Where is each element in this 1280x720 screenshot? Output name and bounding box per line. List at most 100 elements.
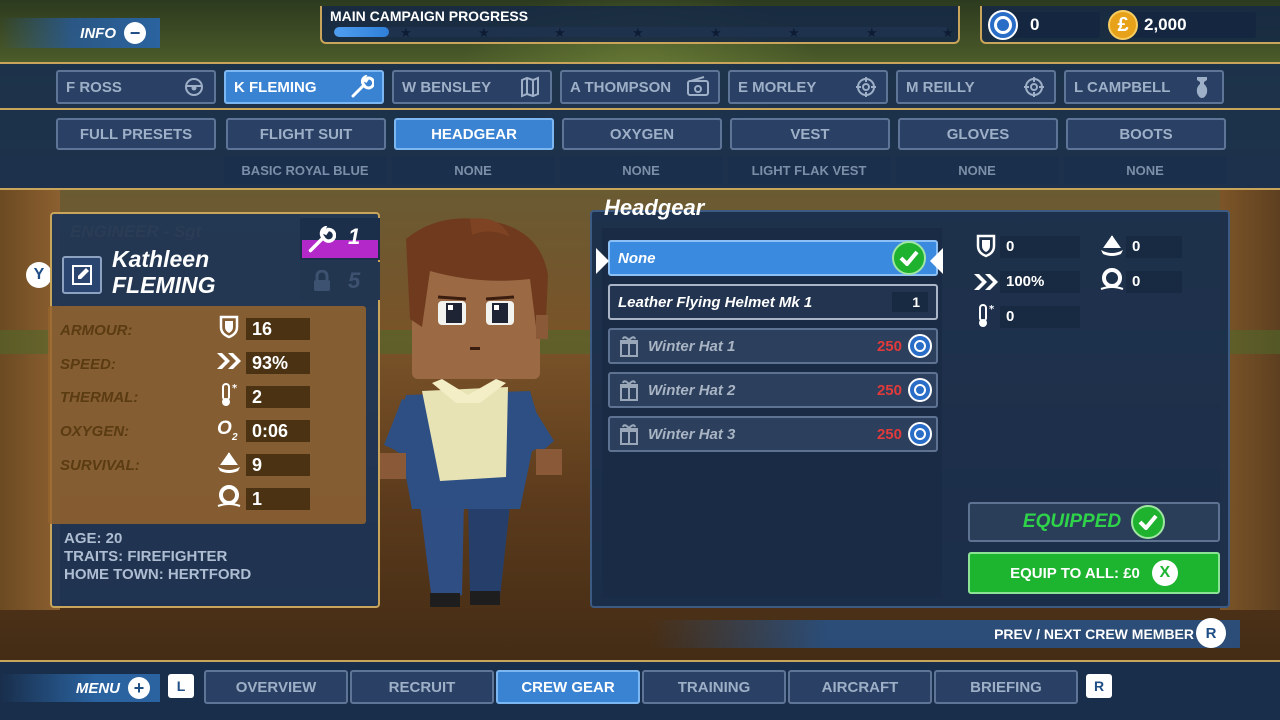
headgear-item-winter-hat-1[interactable]: Winter Hat 1 250 xyxy=(608,328,938,364)
x-button-icon: X xyxy=(1151,560,1178,586)
thermometer-icon: * xyxy=(214,382,244,408)
item-name: None xyxy=(618,249,656,267)
item-price: 250 xyxy=(876,425,902,443)
radio-icon xyxy=(686,76,710,98)
character-panel: ENGINEER - Sgt Kathleen FLEMING 1 5 ARMO… xyxy=(48,212,380,608)
tab-briefing[interactable]: BRIEFING xyxy=(934,670,1078,704)
tab-training[interactable]: TRAINING xyxy=(642,670,786,704)
tab-flight-suit[interactable]: FLIGHT SUIT xyxy=(226,118,386,150)
edit-name-button[interactable] xyxy=(62,256,102,294)
crew-tab-k-fleming[interactable]: K FLEMING xyxy=(224,70,384,104)
campaign-progress-panel: MAIN CAMPAIGN PROGRESS ★ ★ ★ ★ ★ ★ ★ ★ xyxy=(320,6,960,44)
tab-recruit[interactable]: RECRUIT xyxy=(350,670,494,704)
armour-value: 16 xyxy=(246,318,310,340)
right-shoulder-button[interactable]: R xyxy=(1086,674,1112,698)
item-name: Leather Flying Helmet Mk 1 xyxy=(618,293,813,311)
equip-to-all-button[interactable]: EQUIP TO ALL: £0 X xyxy=(968,552,1220,594)
equipped-status: EQUIPPED xyxy=(968,502,1220,542)
info-label: INFO xyxy=(80,24,116,42)
money-value: 2,000 xyxy=(1144,15,1187,34)
tab-full-presets[interactable]: FULL PRESETS xyxy=(56,118,216,150)
equip-to-all-label: EQUIP TO ALL: £0 xyxy=(1010,564,1140,582)
headgear-item-winter-hat-2[interactable]: Winter Hat 2 250 xyxy=(608,372,938,408)
tab-overview[interactable]: OVERVIEW xyxy=(204,670,348,704)
currency-panel: 0 £ 2,000 xyxy=(980,6,1280,44)
bomb-icon xyxy=(1190,76,1214,98)
minus-icon: − xyxy=(124,22,146,44)
equipped-check-icon xyxy=(892,241,926,275)
vest-value: LIGHT FLAK VEST xyxy=(728,156,890,184)
headgear-item-winter-hat-3[interactable]: Winter Hat 3 250 xyxy=(608,416,938,452)
character-traits: TRAITS: FIREFIGHTER xyxy=(64,548,228,565)
wrench-icon xyxy=(308,226,336,253)
edit-icon xyxy=(72,265,92,285)
crew-tab-e-morley[interactable]: E MORLEY xyxy=(728,70,888,104)
oxygen-value: 0:06 xyxy=(246,420,310,442)
crew-tab-w-bensley[interactable]: W BENSLEY xyxy=(392,70,552,104)
life-raft-icon xyxy=(214,450,244,476)
crew-tab-label: A THOMPSON xyxy=(570,78,672,96)
crew-tab-m-reilly[interactable]: M REILLY xyxy=(896,70,1056,104)
tab-oxygen[interactable]: OXYGEN xyxy=(562,118,722,150)
left-shoulder-button[interactable]: L xyxy=(168,674,194,698)
lock-icon xyxy=(314,270,330,291)
crosshair-icon xyxy=(1022,76,1046,98)
gloves-value: NONE xyxy=(896,156,1058,184)
milestone-star-icon: ★ xyxy=(400,25,412,40)
crew-tab-a-thompson[interactable]: A THOMPSON xyxy=(560,70,720,104)
crew-tab-l-campbell[interactable]: L CAMPBELL xyxy=(1064,70,1224,104)
coin-counter: 0 xyxy=(988,10,1100,40)
selection-arrow-left-icon xyxy=(596,248,609,274)
equipped-label: EQUIPPED xyxy=(1022,511,1122,532)
selection-arrow-right-icon xyxy=(930,248,943,274)
tab-boots[interactable]: BOOTS xyxy=(1066,118,1226,150)
milestone-star-icon: ★ xyxy=(478,25,490,40)
gift-icon xyxy=(618,335,640,357)
coin-icon xyxy=(908,334,932,358)
milestone-star-icon: ★ xyxy=(866,25,878,40)
coin-value: 0 xyxy=(1030,15,1040,34)
tab-crew-gear[interactable]: CREW GEAR xyxy=(496,670,640,704)
y-button[interactable]: Y xyxy=(26,262,52,288)
item-quantity: 1 xyxy=(892,292,928,312)
gift-icon xyxy=(618,423,640,445)
main-nav-bar: MENU + L OVERVIEW RECRUIT CREW GEAR TRAI… xyxy=(0,660,1280,720)
headgear-value: NONE xyxy=(392,156,554,184)
gift-icon xyxy=(618,379,640,401)
item-name: Winter Hat 3 xyxy=(648,425,736,443)
item-price: 250 xyxy=(876,337,902,355)
tab-aircraft[interactable]: AIRCRAFT xyxy=(788,670,932,704)
tab-vest[interactable]: VEST xyxy=(730,118,890,150)
menu-button[interactable]: MENU + xyxy=(0,674,160,702)
coin-icon xyxy=(908,422,932,446)
milestone-star-icon: ★ xyxy=(554,25,566,40)
crew-tab-f-ross[interactable]: F ROSS xyxy=(56,70,216,104)
right-stick-button[interactable]: R xyxy=(1196,618,1226,648)
milestone-star-icon: ★ xyxy=(632,25,644,40)
tab-headgear[interactable]: HEADGEAR xyxy=(394,118,554,150)
character-age: AGE: 20 xyxy=(64,530,123,547)
svg-text:O: O xyxy=(217,418,232,439)
mod-survival-value-1: 0 xyxy=(1126,236,1182,258)
pound-coin-icon: £ xyxy=(1108,10,1138,40)
plus-icon: + xyxy=(128,677,150,699)
mod-thermal-value: 0 xyxy=(1000,306,1080,328)
thermometer-icon: * xyxy=(972,302,1000,330)
tab-gloves[interactable]: GLOVES xyxy=(898,118,1058,150)
crew-tab-label: L CAMPBELL xyxy=(1074,78,1171,96)
info-toggle[interactable]: INFO − xyxy=(0,18,160,48)
money-counter: £ 2,000 xyxy=(1108,10,1256,40)
mod-armour-value: 0 xyxy=(1000,236,1080,258)
skill-level-value: 1 xyxy=(348,224,361,249)
crew-tab-label: F ROSS xyxy=(66,78,122,96)
menu-label: MENU xyxy=(75,679,120,697)
o2-icon: O2 xyxy=(214,416,244,442)
headgear-item-leather-helmet[interactable]: Leather Flying Helmet Mk 1 1 xyxy=(608,284,938,320)
headgear-item-none[interactable]: None xyxy=(608,240,938,276)
armour-label: ARMOUR: xyxy=(60,322,133,339)
shield-icon xyxy=(972,232,1000,260)
check-icon xyxy=(1131,505,1166,539)
milestone-star-icon: ★ xyxy=(788,25,800,40)
boots-value: NONE xyxy=(1064,156,1226,184)
oxygen-value: NONE xyxy=(560,156,722,184)
